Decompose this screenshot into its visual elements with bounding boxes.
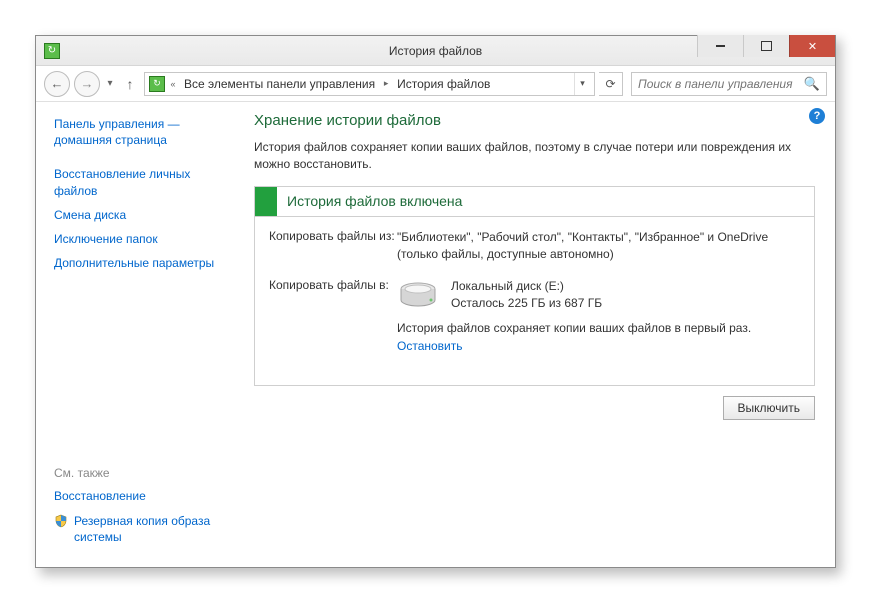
sidebar-link-image-backup[interactable]: Резервная копия образа системы (74, 513, 220, 545)
disk-name: Локальный диск (E:) (451, 278, 602, 295)
status-color-bar (255, 187, 277, 216)
sidebar-link-recovery[interactable]: Восстановление (54, 488, 220, 504)
sidebar-link-home[interactable]: Панель управления — домашняя страница (54, 116, 220, 148)
search-icon[interactable]: 🔍 (804, 76, 820, 92)
navigation-bar: ← → ▾ ↑ « Все элементы панели управления… (36, 66, 835, 102)
page-description: История файлов сохраняет копии ваших фай… (254, 139, 815, 174)
controlpanel-icon (149, 76, 165, 92)
copy-to-label: Копировать файлы в: (269, 278, 397, 356)
nav-history-dropdown[interactable]: ▾ (104, 78, 116, 89)
turn-off-button[interactable]: Выключить (723, 396, 815, 420)
status-title: История файлов включена (277, 193, 462, 209)
close-button[interactable] (789, 35, 835, 57)
shield-icon (54, 514, 68, 528)
breadcrumb-separator-icon: « (169, 73, 177, 95)
file-history-icon (44, 43, 60, 59)
copy-from-value: "Библиотеки", "Рабочий стол", "Контакты"… (397, 229, 800, 264)
breadcrumb-current[interactable]: История файлов (394, 73, 493, 95)
status-panel: История файлов включена Копировать файлы… (254, 186, 815, 386)
see-also-label: См. также (54, 466, 220, 480)
refresh-button[interactable]: ⟳ (599, 72, 623, 96)
sidebar-link-exclude[interactable]: Исключение папок (54, 231, 220, 247)
first-time-text: История файлов сохраняет копии ваших фай… (397, 320, 800, 337)
up-button[interactable]: ↑ (120, 74, 140, 94)
sidebar-link-change-drive[interactable]: Смена диска (54, 207, 220, 223)
search-box[interactable]: 🔍 (631, 72, 827, 96)
minimize-button[interactable] (697, 35, 743, 57)
sidebar: Панель управления — домашняя страница Во… (36, 102, 232, 567)
breadcrumb-all-items[interactable]: Все элементы панели управления (181, 73, 378, 95)
window: История файлов ← → ▾ ↑ « Все элементы па… (35, 35, 836, 568)
status-header: История файлов включена (255, 187, 814, 217)
address-dropdown-icon[interactable]: ▾ (574, 73, 590, 95)
search-input[interactable] (638, 77, 804, 91)
back-button[interactable]: ← (44, 71, 70, 97)
hard-drive-icon (397, 280, 439, 312)
copy-from-label: Копировать файлы из: (269, 229, 397, 264)
titlebar: История файлов (36, 36, 835, 66)
sidebar-link-restore[interactable]: Восстановление личных файлов (54, 166, 220, 198)
main-content: ? Хранение истории файлов История файлов… (232, 102, 835, 567)
maximize-button[interactable] (743, 35, 789, 57)
help-icon[interactable]: ? (809, 108, 825, 124)
sidebar-link-advanced[interactable]: Дополнительные параметры (54, 255, 220, 271)
disk-space: Осталось 225 ГБ из 687 ГБ (451, 295, 602, 312)
stop-link[interactable]: Остановить (397, 339, 463, 353)
chevron-right-icon[interactable]: ▸ (382, 73, 390, 95)
page-heading: Хранение истории файлов (254, 112, 815, 129)
forward-button[interactable]: → (74, 71, 100, 97)
address-bar[interactable]: « Все элементы панели управления ▸ Истор… (144, 72, 595, 96)
